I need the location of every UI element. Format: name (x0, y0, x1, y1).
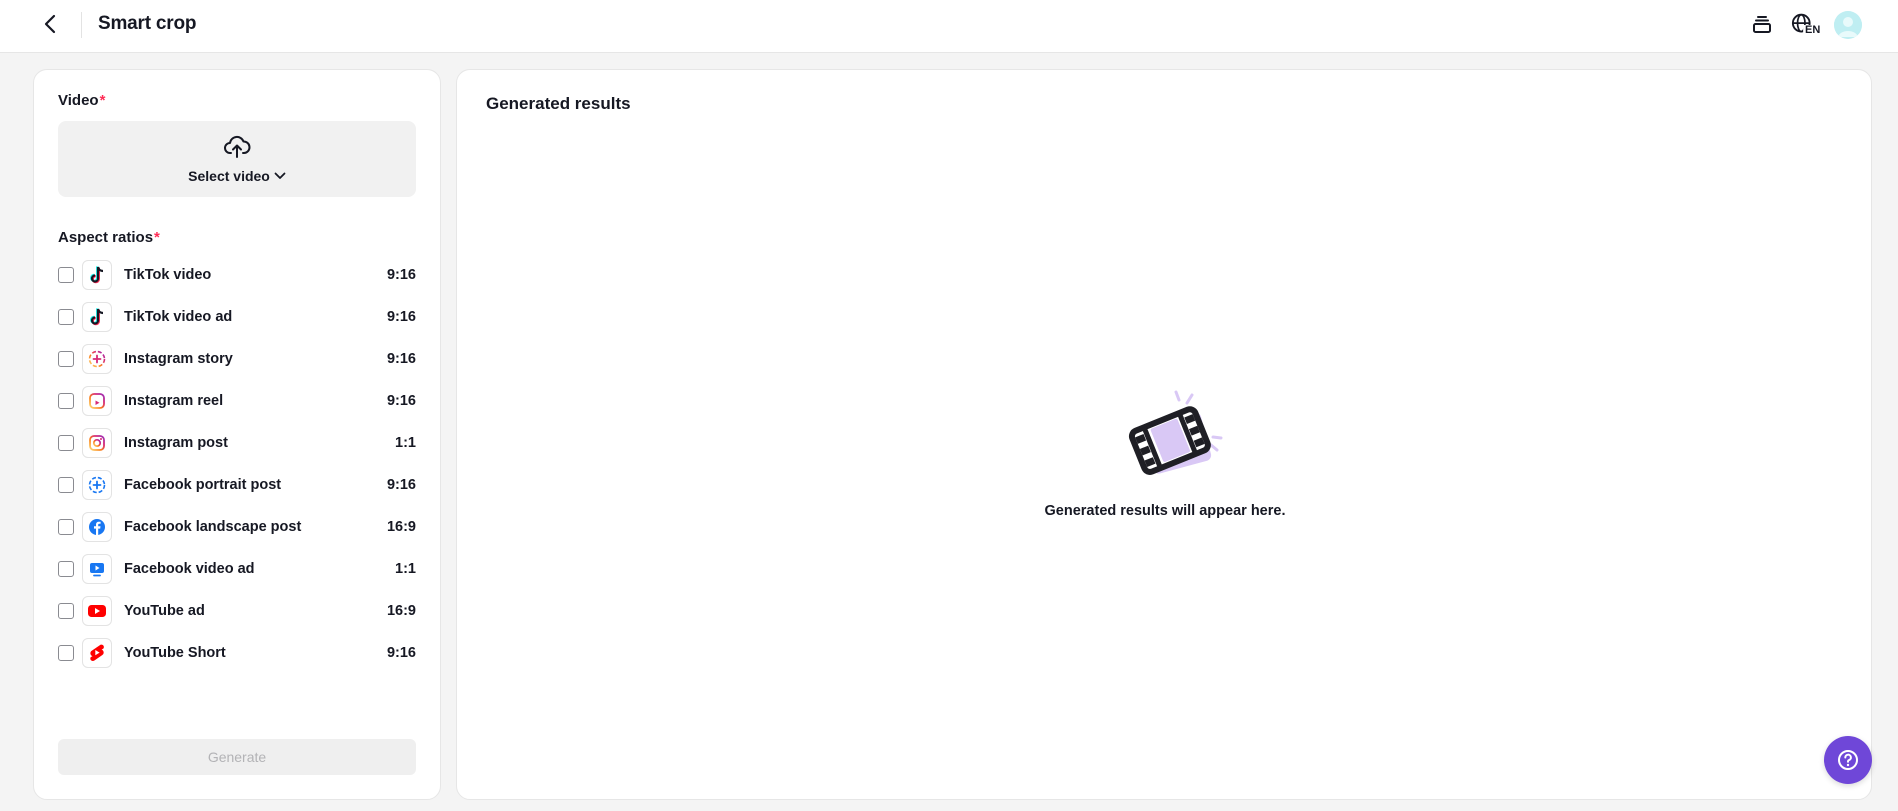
ratio-value: 1:1 (395, 561, 416, 577)
ratio-value: 9:16 (386, 309, 416, 325)
top-bar: Smart crop EN (0, 0, 1898, 53)
ratio-row-youtube-ad[interactable]: YouTube ad 16:9 (58, 590, 416, 632)
checkbox[interactable] (58, 561, 74, 577)
select-video-label: Select video (188, 168, 270, 184)
checkbox[interactable] (58, 603, 74, 619)
checkbox[interactable] (58, 645, 74, 661)
ratio-name: Facebook landscape post (124, 519, 302, 535)
facebook-story-icon (82, 470, 112, 500)
ratio-name: Facebook portrait post (124, 477, 282, 493)
chevron-left-icon[interactable] (38, 12, 62, 36)
instagram-story-icon (82, 344, 112, 374)
ratio-name: Facebook video ad (124, 561, 255, 577)
ratio-row-tiktok-video[interactable]: TikTok video 9:16 (58, 254, 416, 296)
settings-panel: Video* Select video Aspect ratios* TikTo… (33, 69, 441, 800)
aspect-ratios-label: Aspect ratios* (58, 229, 160, 246)
ratio-row-facebook-video-ad[interactable]: Facebook video ad 1:1 (58, 548, 416, 590)
empty-state-text: Generated results will appear here. (1044, 503, 1286, 519)
checkbox[interactable] (58, 435, 74, 451)
language-code: EN (1805, 24, 1821, 36)
stack-icon[interactable] (1748, 11, 1776, 39)
ratio-name: Instagram reel (124, 393, 224, 409)
ratio-value: 9:16 (386, 393, 416, 409)
ratio-value: 9:16 (386, 477, 416, 493)
ratio-value: 16:9 (386, 603, 416, 619)
instagram-reel-icon (82, 386, 112, 416)
checkbox[interactable] (58, 393, 74, 409)
ratio-row-facebook-landscape-post[interactable]: Facebook landscape post 16:9 (58, 506, 416, 548)
youtube-icon (82, 596, 112, 626)
ratio-value: 1:1 (395, 435, 416, 451)
ratio-value: 9:16 (386, 351, 416, 367)
film-icon (1123, 388, 1229, 484)
page-title: Smart crop (98, 13, 197, 34)
ratio-value: 9:16 (386, 645, 416, 661)
tiktok-icon (82, 302, 112, 332)
ratio-name: YouTube ad (124, 603, 205, 619)
ratio-name: TikTok video (124, 267, 212, 283)
video-label-text: Video (58, 92, 99, 109)
ratio-value: 16:9 (386, 519, 416, 535)
aspect-ratios-label-text: Aspect ratios (58, 229, 154, 246)
checkbox[interactable] (58, 267, 74, 283)
chevron-down-icon (274, 172, 286, 179)
help-icon[interactable] (1824, 736, 1872, 784)
checkbox[interactable] (58, 309, 74, 325)
aspect-ratio-list: TikTok video 9:16 TikTok video ad 9:16 I… (58, 254, 416, 674)
ratio-name: TikTok video ad (124, 309, 233, 325)
ratio-row-instagram-post[interactable]: Instagram post 1:1 (58, 422, 416, 464)
generate-button[interactable]: Generate (58, 739, 416, 775)
video-label: Video* (58, 92, 105, 109)
facebook-video-icon (82, 554, 112, 584)
instagram-icon (82, 428, 112, 458)
ratio-row-facebook-portrait-post[interactable]: Facebook portrait post 9:16 (58, 464, 416, 506)
results-title: Generated results (486, 94, 631, 113)
ratio-name: Instagram story (124, 351, 233, 367)
required-mark: * (154, 229, 160, 246)
ratio-row-tiktok-video-ad[interactable]: TikTok video ad 9:16 (58, 296, 416, 338)
ratio-row-instagram-story[interactable]: Instagram story 9:16 (58, 338, 416, 380)
select-video-button[interactable]: Select video (58, 121, 416, 197)
checkbox[interactable] (58, 351, 74, 367)
youtube-shorts-icon (82, 638, 112, 668)
checkbox[interactable] (58, 477, 74, 493)
cloud-upload-icon (223, 133, 251, 161)
ratio-name: Instagram post (124, 435, 228, 451)
ratio-row-youtube-short[interactable]: YouTube Short 9:16 (58, 632, 416, 674)
tiktok-icon (82, 260, 112, 290)
results-panel: Generated results Generated results will… (456, 69, 1872, 800)
select-video-label-wrap: Select video (58, 168, 416, 184)
language-icon[interactable]: EN (1791, 11, 1821, 39)
avatar[interactable] (1834, 11, 1862, 39)
ratio-row-instagram-reel[interactable]: Instagram reel 9:16 (58, 380, 416, 422)
facebook-icon (82, 512, 112, 542)
checkbox[interactable] (58, 519, 74, 535)
ratio-name: YouTube Short (124, 645, 226, 661)
ratio-value: 9:16 (386, 267, 416, 283)
header-divider (81, 12, 82, 38)
required-mark: * (99, 92, 106, 109)
